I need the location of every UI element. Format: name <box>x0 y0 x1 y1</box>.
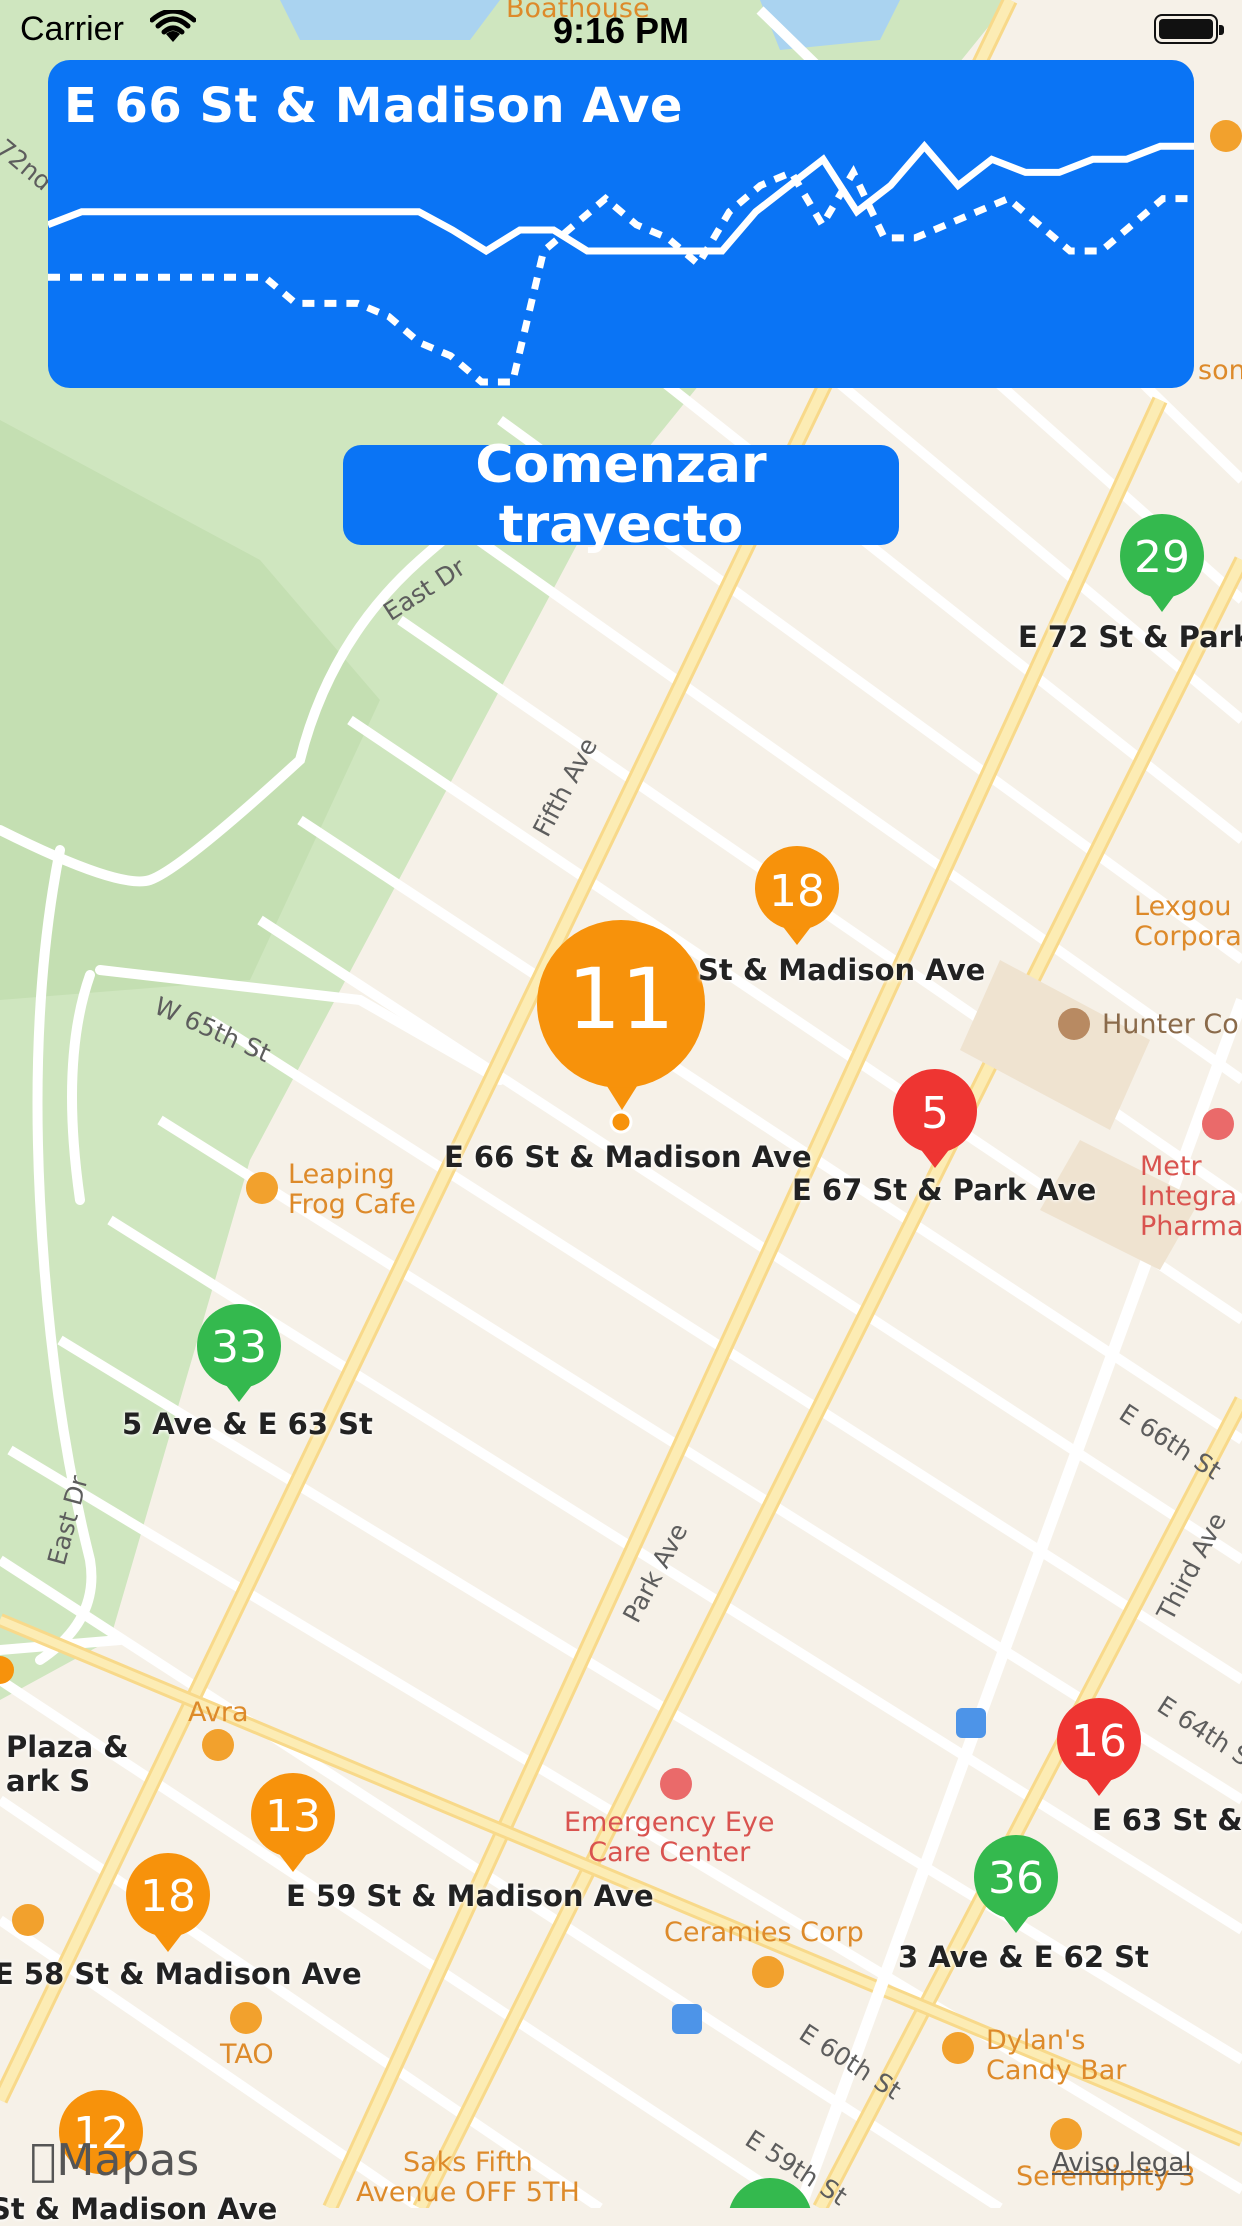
start-trip-button[interactable]: Comenzar trayecto <box>343 435 899 555</box>
poi-label: Avra <box>188 1697 249 1728</box>
poi-label: son <box>1198 355 1242 386</box>
poi-label: Ceramies Corp <box>664 1917 864 1948</box>
restaurant-icon[interactable] <box>230 2002 262 2034</box>
poi-label: TAO <box>220 2039 274 2070</box>
poi-label: Lexgou Corpora <box>1134 891 1242 952</box>
pin-count: 36 <box>988 1853 1044 1904</box>
station-label: St & Madison Ave <box>698 953 986 987</box>
restaurant-icon[interactable] <box>202 1729 234 1761</box>
pin-count: 33 <box>211 1322 267 1373</box>
poi-label: Dylan's Candy Bar <box>986 2025 1127 2086</box>
shopping-icon[interactable] <box>942 2032 974 2064</box>
poi-label: Leaping Frog Cafe <box>288 1159 416 1220</box>
poi-label: Emergency Eye Care Center <box>564 1807 775 1868</box>
pin-count: 18 <box>769 866 825 917</box>
transit-icon[interactable] <box>672 2004 702 2034</box>
station-label: E 66 St & Madison Ave <box>444 1140 812 1174</box>
transit-icon[interactable] <box>956 1708 986 1738</box>
building-block <box>960 960 1150 1130</box>
legal-link[interactable]: Aviso legal <box>1052 2148 1191 2178</box>
poi-label: Boathouse <box>506 0 650 24</box>
poi-label: Metr Integra Pharma <box>1140 1151 1242 1242</box>
station-label: 3 Ave & E 62 St <box>898 1940 1149 1974</box>
series-line-dotted <box>48 164 1194 386</box>
pin-count: 18 <box>140 1871 196 1922</box>
station-title: E 66 St & Madison Ave <box>64 78 683 134</box>
station-label: E 58 St & Madison Ave <box>0 1957 362 1991</box>
station-label: St & Madison Ave <box>0 2192 278 2226</box>
station-label: E 67 St & Park Ave <box>792 1173 1097 1207</box>
station-card[interactable]: E 66 St & Madison Ave <box>48 60 1194 388</box>
station-label: E 59 St & Madison Ave <box>286 1879 654 1913</box>
lake <box>280 0 500 40</box>
poi-label: Hunter Co <box>1102 1009 1239 1040</box>
pin-count: 13 <box>265 1791 321 1842</box>
station-label: E 72 St & Park <box>1018 620 1242 654</box>
pin-count: 11 <box>567 950 675 1048</box>
station-label: E 63 St & <box>1092 1803 1242 1837</box>
medical-icon[interactable] <box>660 1768 692 1800</box>
shopping-icon[interactable] <box>752 1956 784 1988</box>
series-line-solid <box>48 140 1194 256</box>
pharmacy-icon[interactable] <box>1202 1108 1234 1140</box>
food-icon[interactable] <box>246 1172 278 1204</box>
shopping-icon[interactable] <box>12 1904 44 1936</box>
station-label: Plaza & ark S <box>6 1730 129 1798</box>
pin-count: 29 <box>1134 532 1190 583</box>
pin-count: 5 <box>921 1088 949 1139</box>
apple-maps-logo: Mapas <box>30 2135 199 2186</box>
poi-label: Saks Fifth Avenue OFF 5TH <box>356 2147 580 2208</box>
shopping-icon[interactable] <box>1210 120 1242 152</box>
cafe-icon[interactable] <box>1050 2118 1082 2150</box>
pin-count: 16 <box>1071 1716 1127 1767</box>
school-icon[interactable] <box>1058 1008 1090 1040</box>
station-label: 5 Ave & E 63 St <box>122 1407 373 1441</box>
